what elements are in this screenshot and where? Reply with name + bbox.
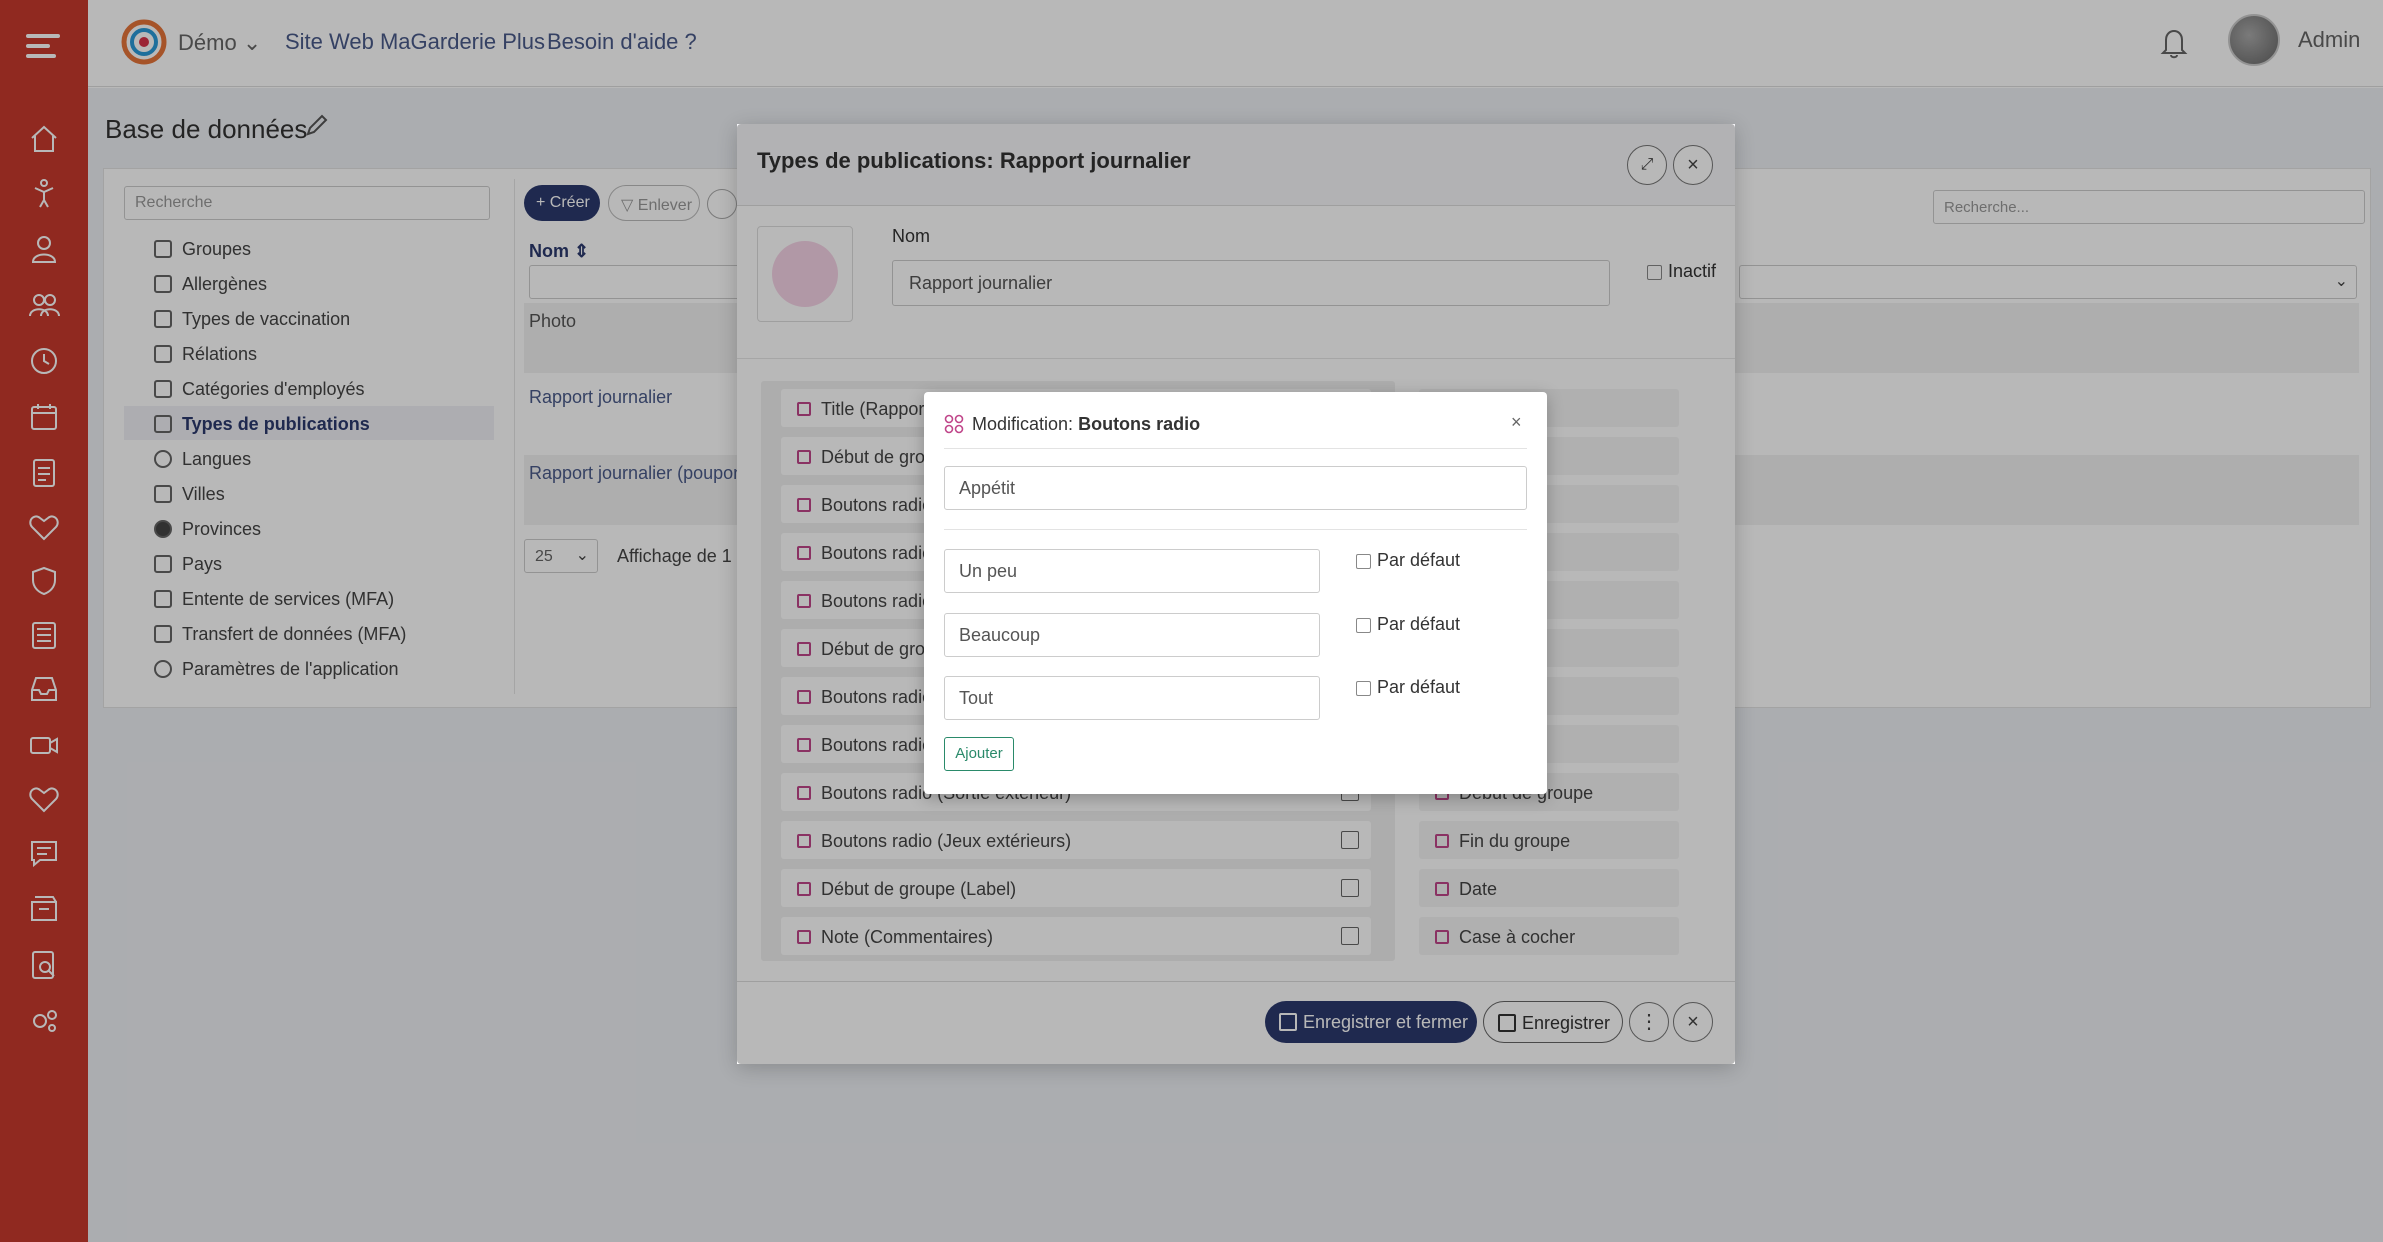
app: Démo ⌄ Site Web MaGarderie Plus Besoin d… xyxy=(0,0,2383,1242)
default-label: Par défaut xyxy=(1377,614,1461,634)
divider xyxy=(944,448,1527,449)
checkbox-icon xyxy=(1356,680,1371,696)
option-input[interactable]: Tout xyxy=(944,676,1320,720)
default-checkbox[interactable]: Par défaut xyxy=(1356,614,1460,635)
default-checkbox[interactable]: Par défaut xyxy=(1356,677,1460,698)
default-checkbox[interactable]: Par défaut xyxy=(1356,550,1460,571)
dialog-title-bold: Boutons radio xyxy=(1078,414,1201,434)
checkbox-icon xyxy=(1356,617,1371,633)
default-label: Par défaut xyxy=(1377,550,1461,570)
default-label: Par défaut xyxy=(1377,677,1461,697)
radio-buttons-icon xyxy=(944,414,964,434)
dialog-title: Modification: Boutons radio xyxy=(972,414,1200,435)
close-icon[interactable]: × xyxy=(1511,412,1522,433)
radio-edit-dialog: Modification: Boutons radio × Appétit Un… xyxy=(924,392,1547,794)
add-option-button[interactable]: Ajouter xyxy=(944,737,1014,771)
option-input[interactable]: Beaucoup xyxy=(944,613,1320,657)
option-input[interactable]: Un peu xyxy=(944,549,1320,593)
question-input[interactable]: Appétit xyxy=(944,466,1527,510)
dialog-title-prefix: Modification: xyxy=(972,414,1074,434)
checkbox-icon xyxy=(1356,553,1371,569)
divider xyxy=(944,529,1527,530)
